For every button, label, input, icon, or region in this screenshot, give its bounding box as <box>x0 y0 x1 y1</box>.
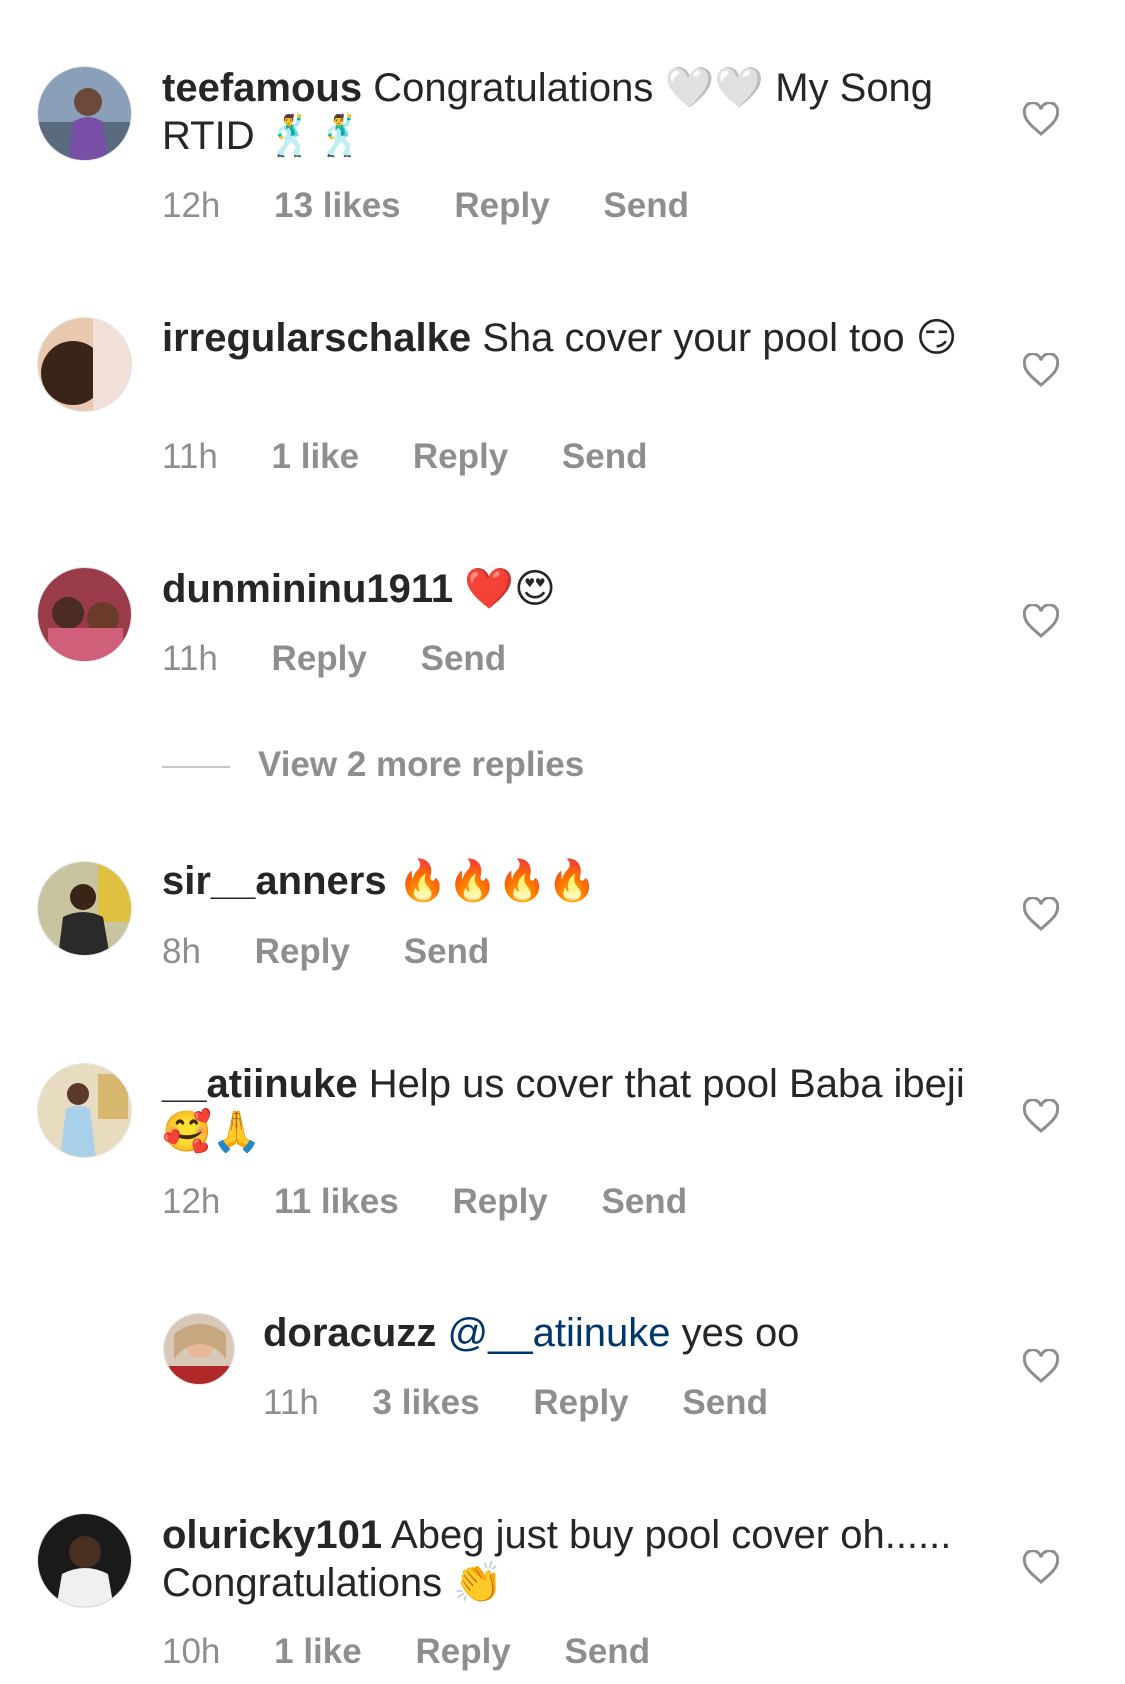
heart-outline-icon[interactable] <box>1023 102 1059 136</box>
heart-outline-icon[interactable] <box>1023 604 1059 638</box>
send-button[interactable]: Send <box>565 1632 651 1671</box>
comment-text: sir__anners 🔥🔥🔥🔥 <box>162 857 982 905</box>
comment-meta: 8h Reply Send <box>162 932 533 972</box>
send-button[interactable]: Send <box>562 437 648 476</box>
avatar[interactable] <box>37 66 132 161</box>
send-button[interactable]: Send <box>602 1182 688 1221</box>
heart-outline-icon[interactable] <box>1023 1550 1059 1584</box>
avatar[interactable] <box>37 1513 132 1608</box>
username[interactable]: dunmininu1911 <box>162 567 453 611</box>
avatar[interactable] <box>37 567 132 662</box>
send-button[interactable]: Send <box>682 1383 768 1422</box>
comment-meta: 11h 1 like Reply Send <box>162 437 691 477</box>
reply-button[interactable]: Reply <box>413 437 508 476</box>
reply-button[interactable]: Reply <box>255 932 350 971</box>
view-more-replies-button[interactable]: View 2 more replies <box>162 745 584 785</box>
username[interactable]: irregularschalke <box>162 316 471 360</box>
comment-text: oluricky101 Abeg just buy pool cover oh.… <box>162 1511 982 1607</box>
timestamp: 12h <box>162 186 221 225</box>
avatar[interactable] <box>37 317 132 412</box>
view-replies-label: View 2 more replies <box>258 745 585 784</box>
timestamp: 12h <box>162 1182 221 1221</box>
comment-meta: 11h Reply Send <box>162 639 550 679</box>
heart-outline-icon[interactable] <box>1023 897 1059 931</box>
username[interactable]: __atiinuke <box>162 1062 358 1106</box>
avatar[interactable] <box>37 861 132 956</box>
reply-button[interactable]: Reply <box>533 1383 628 1422</box>
comment-body: 🔥🔥🔥🔥 <box>397 859 597 903</box>
timestamp: 11h <box>162 437 218 476</box>
heart-outline-icon[interactable] <box>1023 353 1059 387</box>
likes-count[interactable]: 13 likes <box>274 186 401 225</box>
comment-text: __atiinuke Help us cover that pool Baba … <box>162 1060 982 1156</box>
username[interactable]: sir__anners <box>162 859 387 903</box>
comment-text: dunmininu1911 ❤️😍 <box>162 565 982 613</box>
comment-meta: 12h 11 likes Reply Send <box>162 1182 731 1222</box>
timestamp: 11h <box>162 639 218 678</box>
username[interactable]: doracuzz <box>263 1311 436 1355</box>
comment-body: ❤️😍 <box>464 567 556 611</box>
comment-text: teefamous Congratulations 🤍🤍 My Song RTI… <box>162 64 982 160</box>
timestamp: 8h <box>162 932 201 971</box>
likes-count[interactable]: 3 likes <box>373 1383 480 1422</box>
reply-button[interactable]: Reply <box>452 1182 547 1221</box>
likes-count[interactable]: 1 like <box>274 1632 362 1671</box>
avatar[interactable] <box>37 1063 132 1158</box>
username[interactable]: oluricky101 <box>162 1513 382 1557</box>
reply-button[interactable]: Reply <box>415 1632 510 1671</box>
reply-button[interactable]: Reply <box>454 186 549 225</box>
timestamp: 10h <box>162 1632 221 1671</box>
likes-count[interactable]: 1 like <box>272 437 360 476</box>
reply-button[interactable]: Reply <box>272 639 367 678</box>
heart-outline-icon[interactable] <box>1023 1349 1059 1383</box>
divider <box>162 765 230 768</box>
comment-meta: 12h 13 likes Reply Send <box>162 186 733 226</box>
comment-text: irregularschalke Sha cover your pool too… <box>162 314 982 362</box>
send-button[interactable]: Send <box>603 186 689 225</box>
comment-body: Sha cover your pool too 😏 <box>482 316 958 360</box>
avatar[interactable] <box>163 1313 235 1385</box>
send-button[interactable]: Send <box>421 639 507 678</box>
comment-meta: 10h 1 like Reply Send <box>162 1632 694 1672</box>
heart-outline-icon[interactable] <box>1023 1099 1059 1133</box>
timestamp: 11h <box>263 1383 319 1422</box>
username[interactable]: teefamous <box>162 66 362 110</box>
mention-link[interactable]: @__atiinuke <box>447 1311 670 1355</box>
likes-count[interactable]: 11 likes <box>274 1182 399 1221</box>
send-button[interactable]: Send <box>404 932 490 971</box>
comment-text: doracuzz @__atiinuke yes oo <box>263 1309 983 1357</box>
comment-body: yes oo <box>681 1311 800 1355</box>
comment-meta: 11h 3 likes Reply Send <box>263 1383 812 1423</box>
